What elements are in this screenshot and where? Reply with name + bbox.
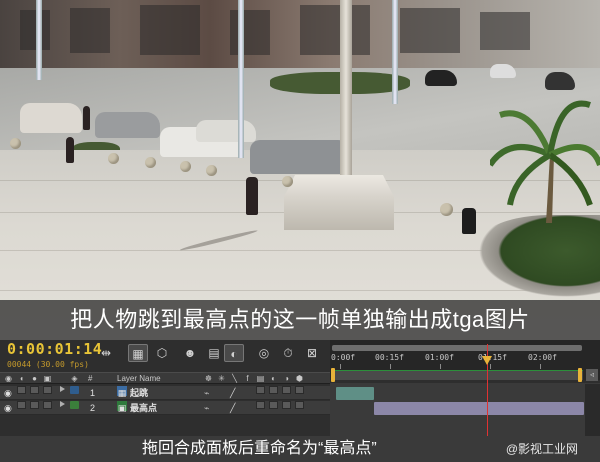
footage-icon: ▣ (117, 401, 127, 413)
instruction-text: 拖回合成面板后重命名为“最高点” (142, 440, 377, 457)
brainstorm-button[interactable]: ◎ (254, 344, 274, 362)
layer-track-area[interactable] (330, 383, 600, 436)
layer-name-column-header[interactable]: Layer Name (117, 373, 161, 385)
shy-switch[interactable]: ⌁ (204, 386, 209, 400)
layer-name[interactable]: 起跳 (130, 386, 148, 400)
layer-bar[interactable] (374, 402, 584, 415)
quality-switch-icon: ╲ (232, 374, 237, 383)
playhead-icon[interactable] (482, 356, 492, 365)
live-update-button[interactable]: ▦ (128, 344, 148, 362)
vertical-scrollbar[interactable] (585, 384, 600, 436)
timeline-panel: 0:00:01:14 00044 (30.00 fps) ⇹ ▦ ⬡ ☻ ▤ ◐… (0, 340, 600, 436)
graph-editor-button[interactable]: ⊠ (302, 344, 322, 362)
time-navigator[interactable] (331, 370, 583, 380)
adjustment-switch-icon: ◑ (284, 374, 289, 383)
work-area-bar[interactable] (332, 345, 582, 351)
eye-icon[interactable]: ◉ (4, 386, 13, 398)
stone-base (284, 175, 394, 230)
car (95, 112, 160, 138)
layer-name[interactable]: 最高点 (130, 401, 157, 415)
motion-blur-button[interactable]: ◐ (224, 344, 244, 362)
motion-blur-switch-icon: ◐ (271, 374, 276, 383)
watermark: @影视工业网 (505, 442, 578, 456)
current-time[interactable]: 0:00:01:14 (7, 340, 102, 359)
lamp-pole (36, 0, 42, 80)
ruler-label: 01:00f (425, 353, 454, 362)
car (425, 70, 457, 86)
layer-column-header: ◉ ◖ ● ▣ ◈ # Layer Name ☸ ✳ ╲ f ▤ ◐ ◑ ⬢ (0, 372, 330, 384)
ruler-label: 02:00f (528, 353, 557, 362)
eye-icon[interactable]: ◉ (4, 373, 13, 383)
frame-blend-switch-icon: ▤ (256, 374, 265, 383)
lamp-pole (238, 0, 244, 158)
ruler-label: 0:00f (331, 353, 356, 362)
label-color-chip[interactable] (70, 401, 79, 409)
layer-row[interactable]: ◉ 2 ▣ 最高点 ⌁ ╱ (0, 401, 330, 415)
layer-number: 2 (90, 403, 96, 413)
car (196, 120, 256, 142)
collapse-switch-icon: ✳ (218, 374, 225, 383)
label-icon[interactable]: ◈ (70, 373, 79, 383)
palm-tree (490, 100, 600, 223)
flag-pole (340, 0, 352, 185)
video-caption: 把人物跳到最高点的这一帧单独输出成tga图片 (0, 300, 600, 340)
lock-icon[interactable]: ▣ (43, 373, 52, 383)
eye-icon[interactable]: ◉ (4, 401, 13, 413)
3d-switch-icon: ⬢ (296, 374, 303, 383)
shy-switch-icon: ☸ (204, 374, 213, 383)
ruler-label: 00:15f (375, 353, 404, 362)
expand-icon[interactable] (60, 401, 65, 407)
auto-keyframe-button[interactable]: ⏱ (278, 344, 298, 362)
label-color-chip[interactable] (70, 386, 79, 394)
video-frame: 把人物跳到最高点的这一帧单独输出成tga图片 (0, 0, 600, 340)
work-area-end-handle[interactable] (578, 368, 582, 382)
frame-info: 00044 (30.00 fps) (7, 360, 89, 369)
solo-icon[interactable]: ● (30, 373, 39, 383)
quality-switch[interactable]: ╱ (230, 401, 235, 415)
instruction-caption: 拖回合成面板后重命名为“最高点” @影视工业网 (0, 436, 600, 462)
jumping-person (246, 177, 258, 215)
layer-bar[interactable] (336, 387, 374, 400)
quality-switch[interactable]: ╱ (230, 386, 235, 400)
car (20, 103, 82, 133)
number-column-header: # (88, 374, 93, 383)
comp-button[interactable]: ◃ (586, 369, 598, 381)
frame-blending-button[interactable]: ▤ (204, 344, 224, 362)
comp-mini-flowchart-button[interactable]: ⇹ (96, 344, 116, 362)
hide-shy-layers-button[interactable]: ☻ (180, 344, 200, 362)
expand-icon[interactable] (60, 386, 65, 392)
layer-row[interactable]: ◉ 1 ▦ 起跳 ⌁ ╱ (0, 386, 330, 400)
lamp-pole (392, 0, 398, 104)
car (490, 64, 516, 78)
draft-3d-button[interactable]: ⬡ (152, 344, 172, 362)
work-area-start-handle[interactable] (331, 368, 335, 382)
effects-switch-icon: f (246, 374, 249, 383)
audio-icon[interactable]: ◖ (17, 373, 26, 383)
comp-icon: ▦ (117, 386, 127, 398)
layer-number: 1 (90, 388, 96, 398)
shy-switch[interactable]: ⌁ (204, 401, 209, 415)
car (250, 140, 352, 174)
timecode-display[interactable]: 0:00:01:14 00044 (30.00 fps) (7, 340, 102, 370)
background-buildings (0, 0, 600, 70)
